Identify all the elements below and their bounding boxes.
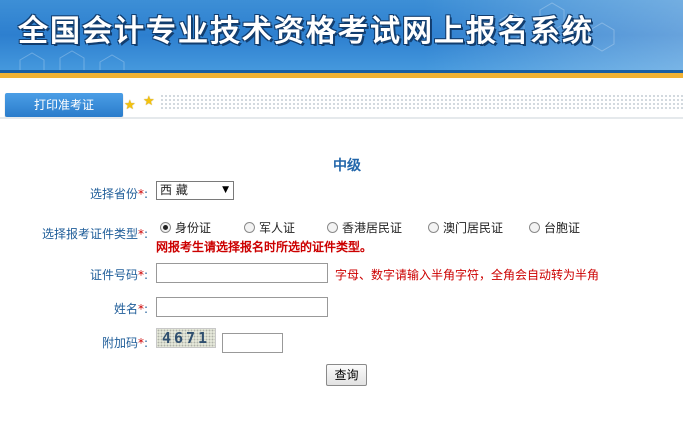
radio-checked-icon — [160, 222, 171, 233]
id-number-input[interactable] — [156, 263, 328, 283]
id-type-label: 选择报考证件类型*: — [42, 227, 149, 241]
dropdown-arrow-icon: ▼ — [222, 185, 229, 195]
id-number-hint: 字母、数字请输入半角字符，全角会自动转为半角 — [335, 268, 600, 282]
radio-military-id[interactable]: 军人证 — [244, 219, 295, 236]
radio-id-card[interactable]: 身份证 — [160, 219, 211, 236]
id-type-warning: 网报考生请选择报名时所选的证件类型。 — [156, 240, 373, 254]
radio-unchecked-icon — [244, 222, 255, 233]
star-icon: ★ — [124, 98, 136, 113]
radio-unchecked-icon — [327, 222, 338, 233]
province-select-value: 西 藏 — [160, 183, 188, 197]
query-button[interactable]: 查询 — [326, 364, 367, 386]
captcha-label: 附加码*: — [102, 336, 149, 350]
id-number-label: 证件号码*: — [90, 268, 149, 282]
captcha-text: 4671 — [161, 329, 211, 347]
province-label: 选择省份*: — [90, 187, 149, 201]
dotted-pattern-decoration — [160, 94, 683, 110]
radio-unchecked-icon — [529, 222, 540, 233]
tab-print-admission-ticket[interactable]: 打印准考证 — [5, 93, 123, 117]
exam-level-title: 中级 — [333, 158, 361, 174]
radio-hongkong-id[interactable]: 香港居民证 — [327, 219, 402, 236]
province-select[interactable]: 西 藏 ▼ — [156, 181, 234, 200]
captcha-input[interactable] — [222, 333, 283, 353]
name-label: 姓名*: — [114, 302, 149, 316]
radio-taiwan-id[interactable]: 台胞证 — [529, 219, 580, 236]
tab-bar: 打印准考证 ★ ★ — [0, 90, 683, 120]
name-input[interactable] — [156, 297, 328, 317]
banner-accent-stripe — [0, 73, 683, 78]
header-banner: 全国会计专业技术资格考试网上报名系统 — [0, 0, 683, 78]
captcha-image[interactable]: 4671 — [156, 328, 216, 348]
tab-bar-divider — [0, 117, 683, 119]
system-title: 全国会计专业技术资格考试网上报名系统 — [18, 14, 594, 49]
radio-unchecked-icon — [428, 222, 439, 233]
radio-macau-id[interactable]: 澳门居民证 — [428, 219, 503, 236]
star-icon: ★ — [143, 94, 155, 109]
